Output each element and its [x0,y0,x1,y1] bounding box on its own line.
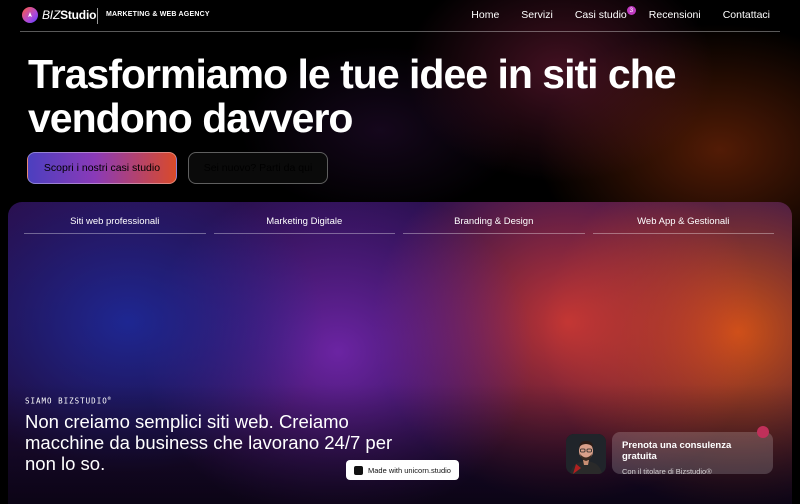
service-tab-webapp[interactable]: Web App & Gestionali [592,210,774,234]
consultation-subtitle: Con il titolare di Bizstudio® [622,467,712,476]
rocket-icon [22,7,38,23]
services-tabs: Siti web professionali Marketing Digital… [24,210,774,234]
count-badge: 3 [626,6,636,15]
menu-item-contattaci[interactable]: Contattaci [723,9,770,21]
nav-divider [20,31,780,32]
unicorn-studio-icon [354,465,363,475]
menu-item-recensioni[interactable]: Recensioni [649,9,701,21]
case-studies-button[interactable]: Scopri i nostri casi studio [27,152,177,184]
logo[interactable]: BIZStudio [22,7,96,23]
section-eyebrow: SIAMO BIZSTUDIO® [25,396,112,406]
consultation-title: Prenota una consulenza gratuita [622,440,732,462]
notification-dot [757,426,769,438]
start-here-button[interactable]: Sei nuovo? Parti da qui [188,152,328,184]
agency-tagline: MARKETING & WEB AGENCY [106,11,210,18]
service-tab-web[interactable]: Siti web professionali [24,210,206,234]
made-with-label: Made with unicorn.studio [368,465,451,475]
owner-avatar[interactable] [566,434,606,474]
service-tab-marketing[interactable]: Marketing Digitale [213,210,395,234]
service-tab-branding[interactable]: Branding & Design [403,210,585,234]
person-icon [566,434,606,474]
menu-item-label: Casi studio [574,9,627,21]
logo-divider [97,8,98,24]
menu-item-casi-studio[interactable]: Casi studio 3 [574,6,636,21]
logo-text: BIZStudio [42,8,97,22]
hero-title: Trasformiamo le tue idee in siti che ven… [28,51,677,141]
consultation-card[interactable]: Prenota una consulenza gratuita Con il t… [612,432,773,476]
menu-item-servizi[interactable]: Servizi [521,9,553,21]
top-navigation: BIZStudio MARKETING & WEB AGENCY Home Se… [0,0,800,32]
main-menu: Home Servizi Casi studio 3 Recensioni Co… [471,6,770,21]
made-with-badge[interactable]: Made with unicorn.studio [346,460,459,480]
menu-item-home[interactable]: Home [471,9,499,21]
